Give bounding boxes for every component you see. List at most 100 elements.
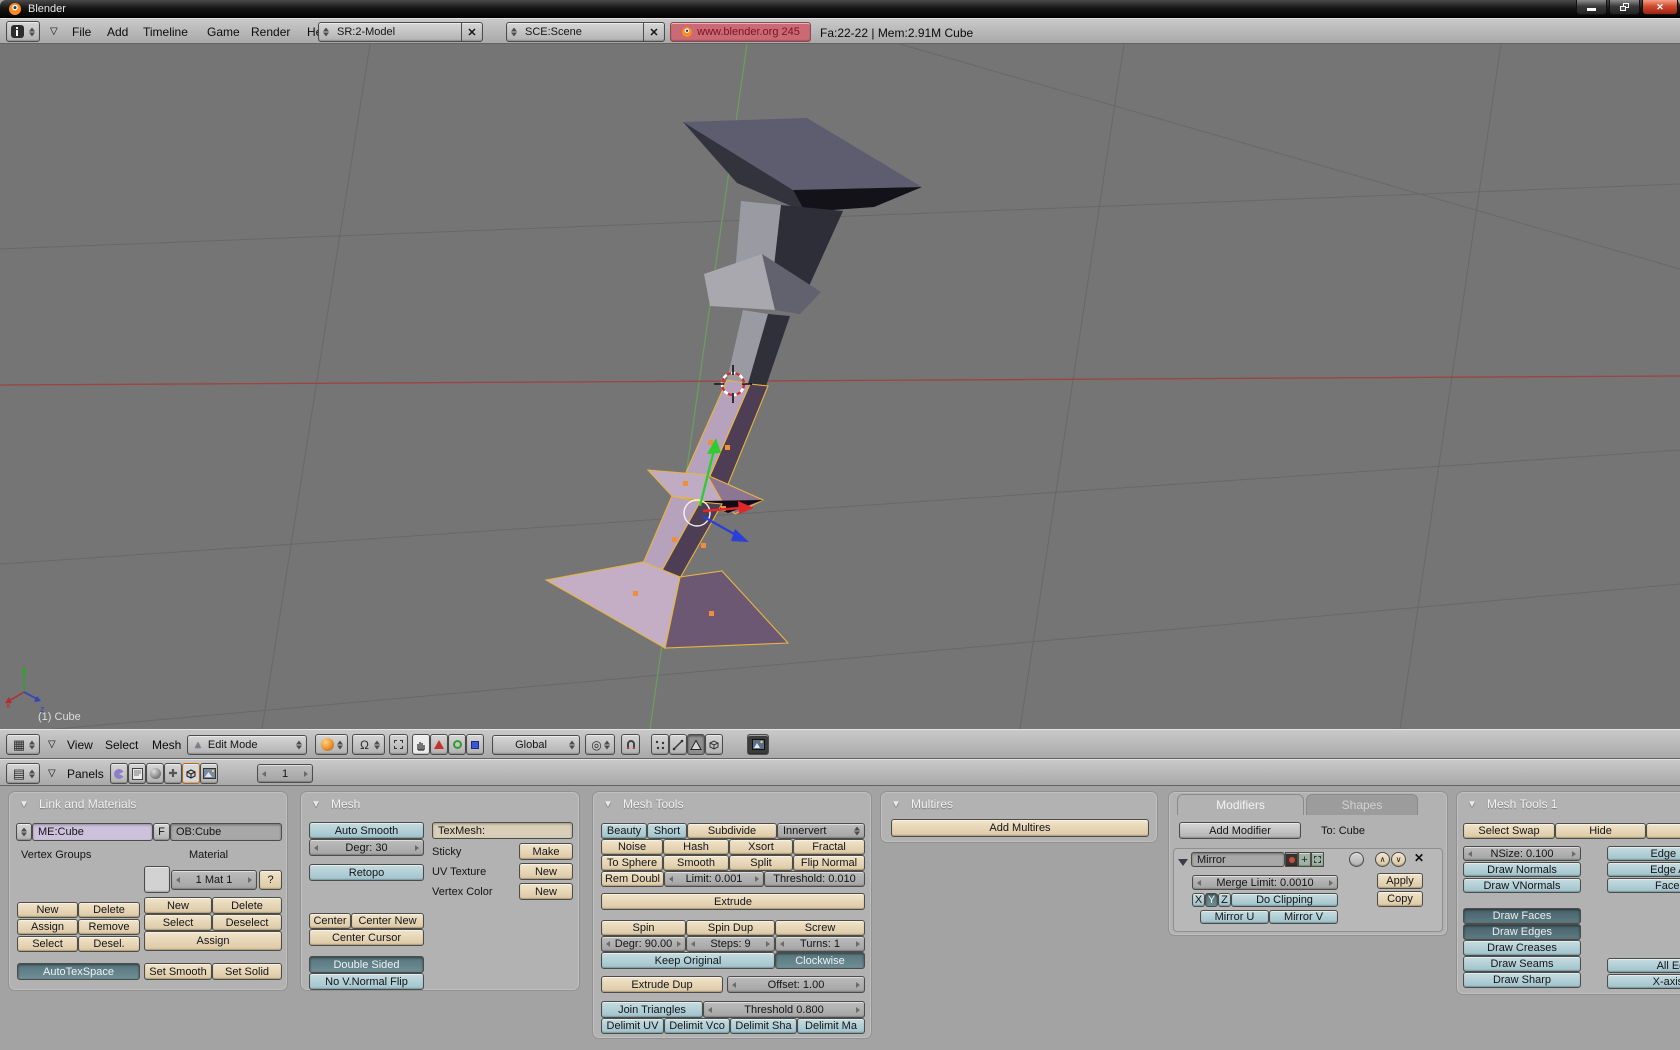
draw-seams-toggle[interactable]: Draw Seams — [1463, 956, 1581, 972]
all-edges-toggle[interactable]: All Edg — [1607, 958, 1680, 973]
modifier-collapse-icon[interactable] — [1178, 853, 1188, 871]
rotate-manipulator-button[interactable] — [448, 734, 466, 755]
draw-edges-toggle[interactable]: Draw Edges — [1463, 924, 1581, 940]
auto-smooth-toggle[interactable]: Auto Smooth — [309, 822, 424, 839]
material-index-stepper[interactable]: 1 Mat 1 — [171, 870, 257, 890]
center-button[interactable]: Center — [309, 913, 351, 929]
face-select-mode-button[interactable] — [687, 734, 705, 755]
modifier-delete-icon[interactable]: ✕ — [1414, 851, 1424, 865]
fractal-button[interactable]: Fractal — [793, 839, 865, 855]
flip-normal-button[interactable]: Flip Normal — [793, 855, 865, 871]
menu-timeline[interactable]: Timeline — [143, 25, 188, 39]
modifier-move-up-button[interactable]: ∧ — [1375, 852, 1390, 867]
mode-stepper[interactable] — [296, 741, 302, 750]
editor-type-stepper[interactable] — [29, 769, 35, 778]
texmesh-field[interactable]: TexMesh: — [432, 822, 573, 839]
draw-normals-toggle[interactable]: Draw Normals — [1463, 862, 1581, 877]
screen-selector[interactable]: SR:2-Model ✕ — [318, 22, 483, 42]
material-color-swatch[interactable] — [144, 866, 170, 893]
threshold-stepper[interactable]: Threshold: 0.010 — [764, 871, 865, 887]
logic-context-button[interactable] — [110, 763, 128, 784]
draw-faces-toggle[interactable]: Draw Faces — [1463, 908, 1581, 924]
modifier-oncage-toggle[interactable] — [1311, 852, 1324, 867]
menu-view[interactable]: View — [67, 738, 93, 752]
no-vnormal-flip-toggle[interactable]: No V.Normal Flip — [309, 973, 424, 990]
panel-collapse-icon[interactable]: ▼ — [1467, 799, 1477, 810]
scene-context-button[interactable] — [200, 763, 218, 784]
set-solid-button[interactable]: Set Solid — [212, 963, 282, 980]
xsort-button[interactable]: Xsort — [729, 839, 793, 855]
script-context-button[interactable] — [128, 763, 146, 784]
mirror-y-toggle[interactable]: Y — [1205, 893, 1218, 907]
rem-doubles-button[interactable]: Rem Doubl — [601, 871, 664, 887]
menu-mesh[interactable]: Mesh — [152, 738, 181, 752]
vgroup-deselect-button[interactable]: Desel. — [78, 936, 140, 952]
hand-widget-button[interactable] — [412, 734, 430, 755]
steps-stepper[interactable]: Steps: 9 — [686, 936, 775, 952]
degr-stepper[interactable]: Degr: 30 — [309, 839, 424, 856]
scene-close-icon[interactable]: ✕ — [643, 23, 664, 41]
vgroup-new-button[interactable]: New — [17, 902, 78, 918]
add-modifier-button[interactable]: Add Modifier — [1179, 822, 1301, 839]
mat-deselect-button[interactable]: Deselect — [212, 914, 282, 931]
do-clipping-toggle[interactable]: Do Clipping — [1231, 893, 1338, 907]
delimit-vco-toggle[interactable]: Delimit Vco — [664, 1018, 730, 1034]
pivot-stepper[interactable] — [374, 740, 380, 749]
edge-select-mode-button[interactable] — [669, 734, 687, 755]
menu-select[interactable]: Select — [105, 738, 138, 752]
select-swap-button[interactable]: Select Swap — [1463, 823, 1555, 839]
panel-collapse-icon[interactable]: ▼ — [311, 799, 321, 810]
to-sphere-button[interactable]: To Sphere — [601, 855, 663, 871]
join-triangles-toggle[interactable]: Join Triangles — [601, 1001, 703, 1018]
mat-select-button[interactable]: Select — [144, 914, 212, 931]
reveal-button[interactable]: Rev — [1646, 823, 1680, 839]
mirror-x-toggle[interactable]: X — [1192, 893, 1205, 907]
vgroup-remove-button[interactable]: Remove — [78, 919, 140, 935]
draw-vnormals-toggle[interactable]: Draw VNormals — [1463, 878, 1581, 893]
modifier-name-field[interactable]: Mirror — [1191, 852, 1285, 867]
snap-button[interactable] — [621, 734, 640, 755]
material-help-button[interactable]: ? — [259, 870, 282, 890]
spin-degr-stepper[interactable]: Degr: 90.00 — [601, 936, 686, 952]
modifier-editmode-toggle[interactable]: + — [1298, 852, 1311, 867]
limit-stepper[interactable]: Limit: 0.001 — [664, 871, 764, 887]
panel-title[interactable]: Mesh — [331, 797, 360, 811]
mesh-browse-button[interactable] — [16, 823, 32, 841]
panel-title[interactable]: Mesh Tools 1 — [1487, 797, 1557, 811]
translate-manipulator-button[interactable] — [430, 734, 448, 755]
buttons-editor-type-button[interactable]: ▤ — [6, 763, 40, 784]
tab-modifiers[interactable]: Modifiers — [1177, 794, 1304, 815]
beauty-toggle[interactable]: Beauty — [601, 823, 647, 839]
vgroup-delete-button[interactable]: Delete — [78, 902, 140, 918]
scene-selector[interactable]: SCE:Scene ✕ — [506, 22, 665, 42]
object-context-button[interactable]: ✚ — [164, 763, 182, 784]
menu-add[interactable]: Add — [107, 25, 128, 39]
draw-type-dropdown[interactable] — [315, 734, 348, 755]
vertex-color-new-button[interactable]: New — [519, 883, 573, 900]
editing-context-button[interactable] — [182, 763, 200, 784]
panel-collapse-icon[interactable]: ▼ — [19, 799, 29, 810]
manipulator-toggle-button[interactable] — [389, 734, 408, 755]
mat-delete-button[interactable]: Delete — [212, 897, 282, 914]
modifier-move-down-button[interactable]: ∨ — [1391, 852, 1406, 867]
draw-sharp-toggle[interactable]: Draw Sharp — [1463, 972, 1581, 988]
mesh-selected-part[interactable] — [546, 380, 788, 648]
orientation-stepper[interactable] — [569, 741, 575, 750]
delimit-sha-toggle[interactable]: Delimit Sha — [730, 1018, 797, 1034]
autotexspace-toggle[interactable]: AutoTexSpace — [17, 963, 140, 980]
spin-button[interactable]: Spin — [601, 920, 686, 936]
extrude-button[interactable]: Extrude — [601, 893, 865, 910]
pivot-dropdown[interactable]: Ω — [352, 734, 385, 755]
editor-type-button[interactable] — [6, 21, 40, 42]
menu-panels[interactable]: Panels — [67, 767, 104, 781]
delimit-mat-toggle[interactable]: Delimit Ma — [797, 1018, 865, 1034]
scale-manipulator-button[interactable] — [466, 734, 484, 755]
draw-type-stepper[interactable] — [337, 740, 343, 749]
sticky-make-button[interactable]: Make — [519, 843, 573, 860]
panel-collapse-icon[interactable]: ▼ — [891, 799, 901, 810]
center-new-button[interactable]: Center New — [351, 913, 424, 929]
screw-button[interactable]: Screw — [775, 920, 865, 936]
vgroup-select-button[interactable]: Select — [17, 936, 78, 952]
modifier-circle-button[interactable] — [1349, 852, 1364, 867]
menu-game[interactable]: Game — [207, 25, 240, 39]
